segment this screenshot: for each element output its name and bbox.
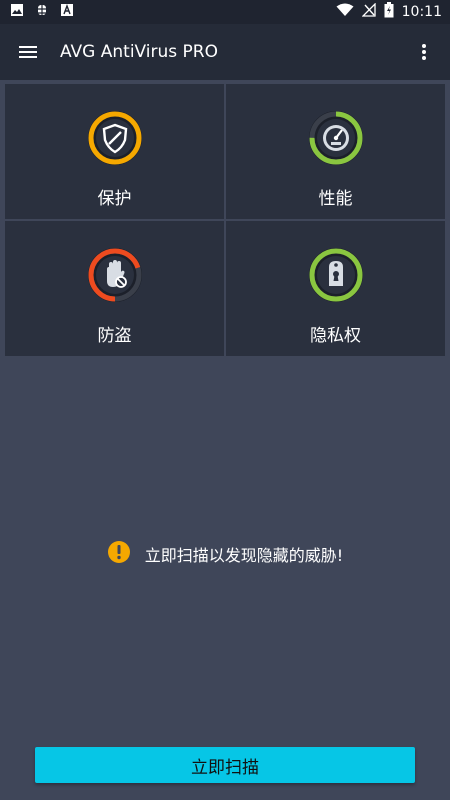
- status-left-icons: [10, 2, 74, 22]
- status-bar: 10:11: [0, 0, 450, 24]
- speedometer-icon: [306, 108, 366, 172]
- status-right-icons: 10:11: [336, 2, 442, 22]
- wifi-icon: [336, 3, 354, 21]
- scan-alert: 立即扫描以发现隐藏的威胁!: [0, 540, 450, 568]
- status-time: 10:11: [401, 4, 442, 20]
- font-icon: [60, 3, 74, 21]
- app-bar: AVG AntiVirus PRO: [0, 24, 450, 80]
- tile-performance[interactable]: 性能: [226, 84, 445, 219]
- tile-label: 保护: [97, 189, 132, 209]
- tile-protection[interactable]: 保护: [5, 84, 224, 219]
- tile-label: 防盗: [97, 326, 132, 346]
- battery-charging-icon: [384, 2, 394, 22]
- feature-grid: 保护 性能 防盗 隐私权: [5, 84, 445, 356]
- warning-icon: [107, 540, 131, 568]
- scan-now-button[interactable]: 立即扫描: [35, 747, 415, 783]
- alert-text: 立即扫描以发现隐藏的威胁!: [144, 546, 344, 565]
- no-signal-icon: [361, 2, 376, 21]
- shield-icon: [85, 108, 145, 172]
- bug-icon: [34, 2, 50, 22]
- app-title: AVG AntiVirus PRO: [60, 42, 218, 62]
- tile-label: 性能: [318, 189, 353, 209]
- tile-anti-theft[interactable]: 防盗: [5, 221, 224, 356]
- more-vertical-icon[interactable]: [412, 40, 436, 64]
- tile-privacy[interactable]: 隐私权: [226, 221, 445, 356]
- image-icon: [10, 3, 24, 21]
- hand-stop-icon: [85, 245, 145, 309]
- tile-label: 隐私权: [310, 326, 361, 346]
- lock-tag-icon: [306, 245, 366, 309]
- hamburger-menu-icon[interactable]: [16, 40, 40, 64]
